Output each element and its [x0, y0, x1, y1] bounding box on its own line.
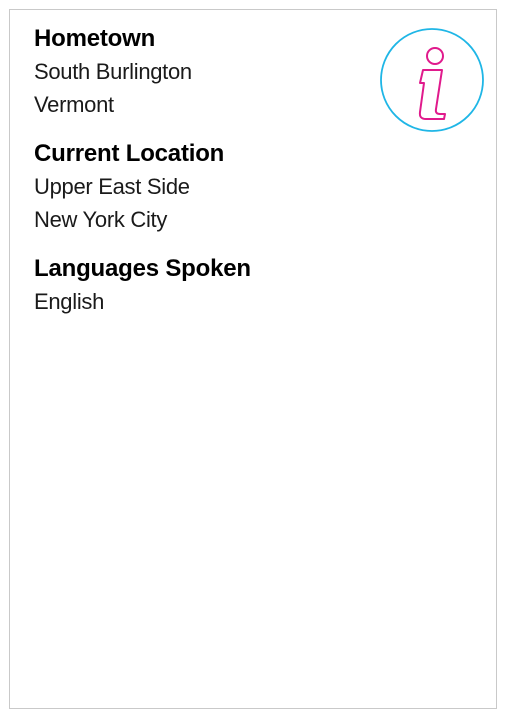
profile-details: Hometown South Burlington Vermont Curren… [34, 23, 374, 335]
current-location-city: New York City [34, 207, 168, 232]
current-location-section: Current Location Upper East Side New Yor… [34, 138, 374, 236]
hometown-city: South Burlington [34, 59, 192, 84]
current-location-heading: Current Location [34, 140, 225, 167]
languages-section: Languages Spoken English [34, 253, 374, 318]
info-icon[interactable] [379, 27, 485, 133]
profile-card: Hometown South Burlington Vermont Curren… [9, 9, 497, 709]
languages-heading: Languages Spoken [34, 255, 251, 282]
hometown-section: Hometown South Burlington Vermont [34, 23, 374, 121]
language-item: English [34, 289, 105, 314]
current-location-neighborhood: Upper East Side [34, 174, 190, 199]
hometown-state: Vermont [34, 92, 114, 117]
hometown-heading: Hometown [34, 25, 156, 52]
